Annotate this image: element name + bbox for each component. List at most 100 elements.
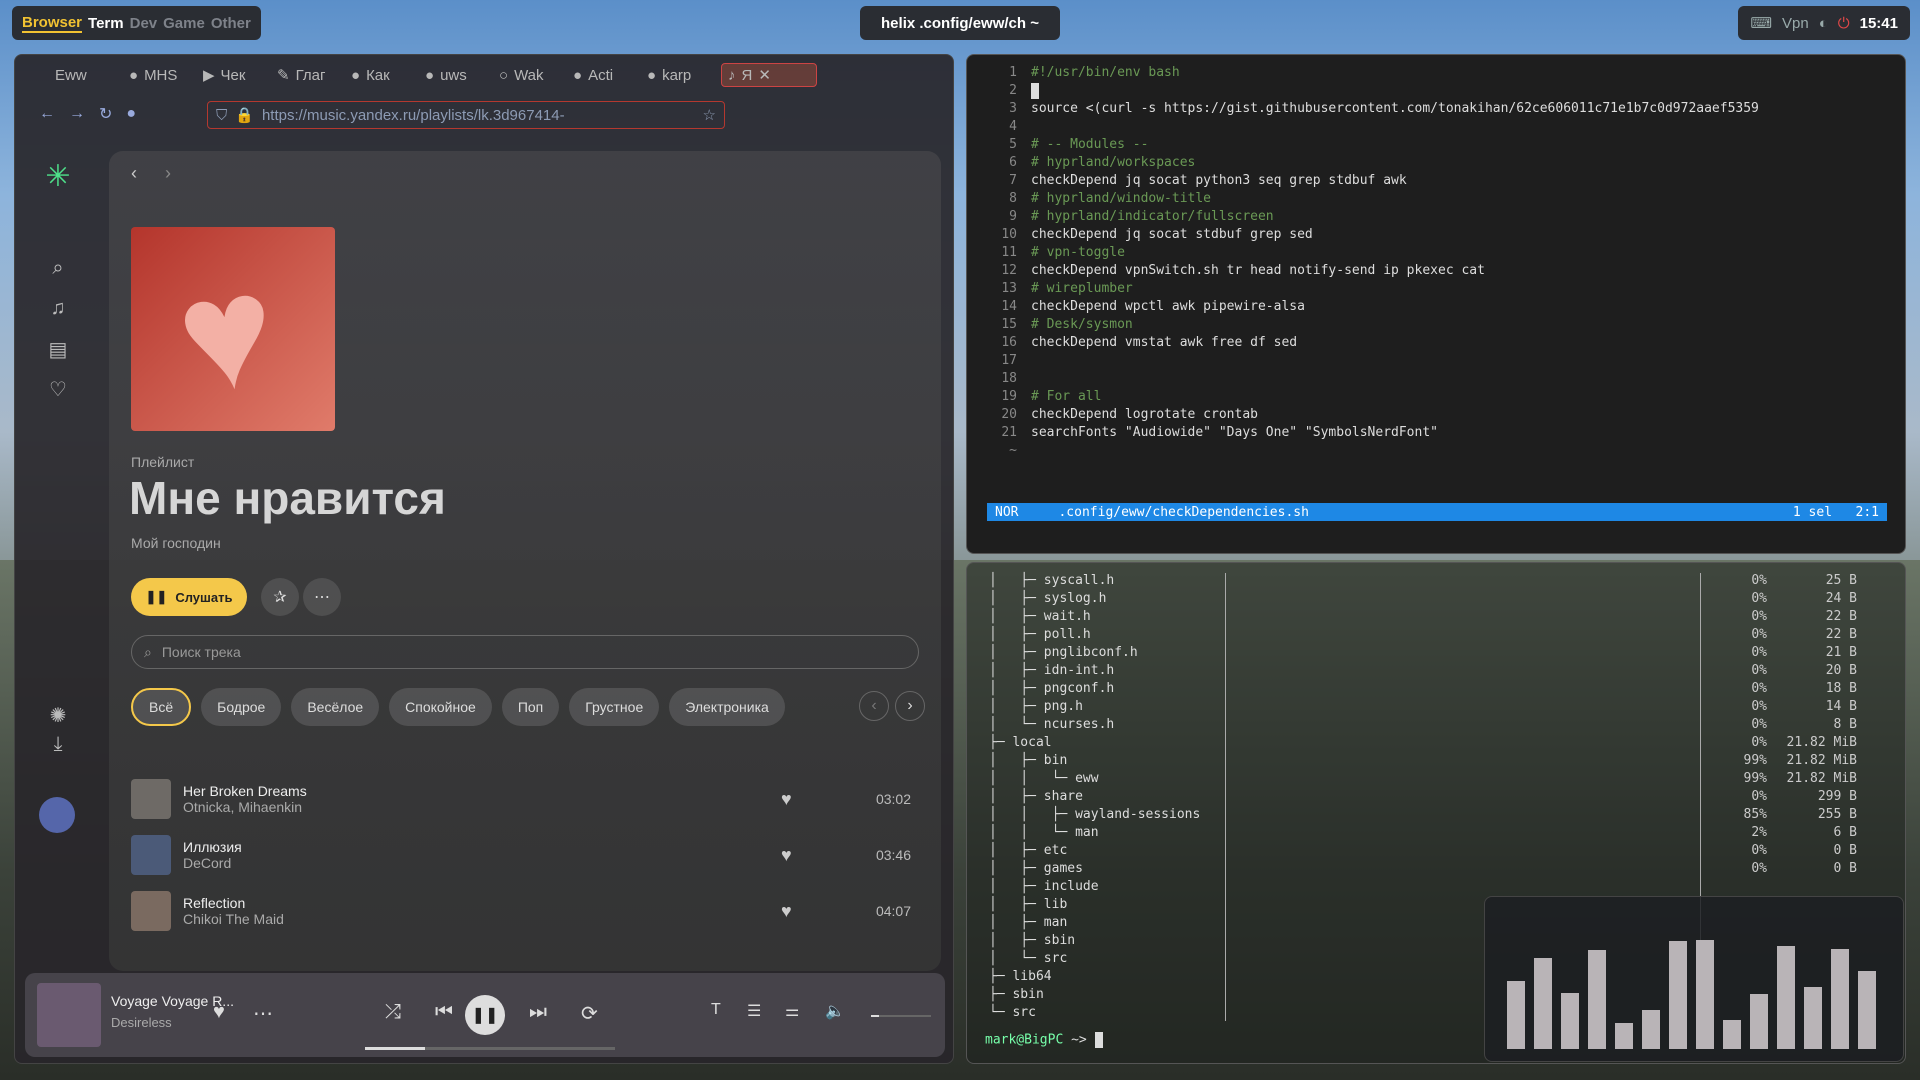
pin-button[interactable]: ✰ — [261, 578, 299, 616]
tab-mhs[interactable]: ● MHS — [129, 67, 199, 84]
listen-button[interactable]: ❚❚ Слушать — [131, 578, 247, 616]
bookmark-star-icon[interactable]: ☆ — [703, 106, 716, 124]
track-artist[interactable]: Otnicka, Mihaenkin — [183, 799, 307, 815]
shell-prompt[interactable]: mark@BigPC ~> — [985, 1032, 1103, 1048]
heart-icon[interactable]: ♡ — [45, 377, 71, 403]
more-button[interactable]: ⋯ — [303, 578, 341, 616]
tab-glag[interactable]: ✎ Глаг — [277, 66, 347, 85]
repeat-icon[interactable]: ⟳ — [581, 1001, 598, 1026]
tree-row[interactable]: │ ├─ etc 0% 0 B — [967, 843, 1905, 861]
workspace-dev[interactable]: Dev — [130, 15, 158, 32]
more-icon[interactable]: ⋯ — [253, 1001, 273, 1026]
tree-row[interactable]: │ ├─ wait.h 0% 22 B — [967, 609, 1905, 627]
list-item[interactable]: Reflection Chikoi The Maid ♥ 04:07 — [131, 883, 911, 939]
tree-row[interactable]: │ ├─ bin 99% 21.82 MiB — [967, 753, 1905, 771]
music-note-icon[interactable]: ♫ — [45, 297, 71, 323]
forward-arrow-icon[interactable]: › — [165, 163, 171, 184]
forward-icon[interactable]: → — [69, 105, 85, 123]
power-icon[interactable]: ⏻ — [1838, 15, 1850, 32]
heart-icon[interactable]: ♥ — [781, 901, 792, 922]
tree-row[interactable]: │ ├─ share 0% 299 B — [967, 789, 1905, 807]
heart-icon[interactable]: ♥ — [781, 845, 792, 866]
volume-slider[interactable] — [871, 1015, 931, 1017]
now-playing-artist[interactable]: Desireless — [111, 1015, 172, 1030]
tree-row[interactable]: │ ├─ games 0% 0 B — [967, 861, 1905, 879]
shuffle-icon[interactable]: ⤮ — [385, 1001, 401, 1024]
workspace-browser[interactable]: Browser — [22, 14, 83, 33]
pause-button[interactable]: ❚❚ — [465, 995, 505, 1035]
tab-kak[interactable]: ● Как — [351, 67, 421, 84]
url-bar[interactable]: ⛉ 🔒 https://music.yandex.ru/playlists/lk… — [207, 101, 725, 129]
playlist-owner[interactable]: Мой господин — [131, 535, 221, 551]
tab-karp[interactable]: ● karp — [647, 67, 717, 84]
code-line: 10 checkDepend jq socat stdbuf grep sed — [967, 227, 1312, 245]
list-item[interactable]: Иллюзия DeCord ♥ 03:46 — [131, 827, 911, 883]
chip-pop[interactable]: Поп — [501, 688, 560, 726]
reload-icon[interactable]: ↻ — [99, 104, 112, 124]
chip-all[interactable]: Всё — [131, 688, 192, 726]
vpn-toggle[interactable]: Vpn — [1782, 15, 1809, 32]
workspace-game[interactable]: Game — [163, 15, 205, 32]
extension-icon[interactable]: ● — [126, 105, 136, 123]
tab-acti[interactable]: ● Acti — [573, 67, 643, 84]
tree-row[interactable]: │ └─ ncurses.h 0% 8 B — [967, 717, 1905, 735]
tree-row[interactable]: │ │ └─ man 2% 6 B — [967, 825, 1905, 843]
volume-icon[interactable]: ◐ — [1819, 15, 1828, 32]
library-icon[interactable]: ▤ — [45, 337, 71, 363]
tree-row[interactable]: │ │ └─ eww 99% 21.82 MiB — [967, 771, 1905, 789]
tab-uws[interactable]: ● uws — [425, 67, 495, 84]
chevron-left-icon[interactable]: ‹ — [859, 691, 889, 721]
chip-sad[interactable]: Грустное — [569, 688, 660, 726]
tree-row[interactable]: │ │ ├─ wayland-sessions 85% 255 B — [967, 807, 1905, 825]
search-icon[interactable]: ⌕ — [45, 257, 71, 283]
chevron-right-icon[interactable]: › — [895, 691, 925, 721]
vibe-icon[interactable]: ✺ — [45, 703, 71, 729]
heart-icon[interactable]: ♥ — [213, 1001, 225, 1024]
helix-editor[interactable]: 1 #!/usr/bin/env bash 2 3 source <(curl -s h… — [966, 54, 1906, 554]
tree-row[interactable]: │ ├─ idn-int.h 0% 20 B — [967, 663, 1905, 681]
avatar[interactable] — [39, 797, 75, 833]
track-artist[interactable]: Chikoi The Maid — [183, 911, 284, 927]
workspace-term[interactable]: Term — [88, 15, 124, 32]
chip-fun[interactable]: Весёлое — [291, 688, 380, 726]
track-search-input[interactable]: ⌕ Поиск трека — [131, 635, 919, 669]
tree-row[interactable]: │ ├─ pnglibconf.h 0% 21 B — [967, 645, 1905, 663]
previous-icon[interactable]: ⏮ — [435, 1001, 453, 1024]
tree-row[interactable]: │ ├─ syslog.h 0% 24 B — [967, 591, 1905, 609]
queue-icon[interactable]: ☰ — [747, 1001, 761, 1021]
chip-energetic[interactable]: Бодрое — [201, 688, 282, 726]
usage-percent: 0% — [1751, 843, 1767, 858]
tab-eww[interactable]: Eww — [55, 67, 125, 84]
track-artist[interactable]: DeCord — [183, 855, 242, 871]
chip-electronic[interactable]: Электроника — [669, 688, 785, 726]
tree-row[interactable]: │ ├─ pngconf.h 0% 18 B — [967, 681, 1905, 699]
speaker-icon[interactable]: 🔈 — [825, 1001, 845, 1021]
list-item[interactable]: Her Broken Dreams Otnicka, Mihaenkin ♥ 03… — [131, 771, 911, 827]
tab-wak[interactable]: ○ Wak — [499, 67, 569, 84]
next-icon[interactable]: ⏭ — [529, 1001, 547, 1024]
tree-row[interactable]: │ ├─ poll.h 0% 22 B — [967, 627, 1905, 645]
heart-icon[interactable]: ♥ — [781, 789, 792, 810]
tab-yandex[interactable]: ♪ Я ✕ — [721, 63, 817, 87]
lyrics-icon[interactable]: T — [711, 1001, 721, 1019]
workspace-other[interactable]: Other — [211, 15, 251, 32]
back-arrow-icon[interactable]: ‹ — [131, 163, 137, 184]
tree-entry-name: │ └─ src — [989, 951, 1068, 966]
tab-check[interactable]: ▶ Чек — [203, 66, 273, 85]
download-icon[interactable]: ⤓ — [45, 733, 71, 759]
back-icon[interactable]: ← — [39, 105, 55, 123]
line-number: 7 — [1009, 173, 1017, 188]
window-title: helix .config/eww/ch ~ — [860, 6, 1060, 40]
tree-row[interactable]: │ ├─ syscall.h 0% 25 B — [967, 573, 1905, 591]
entry-size: 255 B — [1817, 807, 1857, 822]
equalizer-icon[interactable]: ⚌ — [785, 1001, 799, 1021]
chip-calm[interactable]: Спокойное — [389, 688, 492, 726]
tree-row[interactable]: │ ├─ include — [967, 879, 1905, 897]
close-icon[interactable]: ✕ — [758, 66, 771, 84]
tree-row[interactable]: ├─ local 0% 21.82 MiB — [967, 735, 1905, 753]
yandex-music-logo[interactable]: ✳ — [45, 159, 71, 193]
code-text: checkDepend jq socat python3 seq grep st… — [1031, 173, 1407, 188]
progress-bar[interactable] — [365, 1047, 615, 1050]
keyboard-icon[interactable]: ⌨ — [1750, 14, 1772, 32]
tree-row[interactable]: │ ├─ png.h 0% 14 B — [967, 699, 1905, 717]
